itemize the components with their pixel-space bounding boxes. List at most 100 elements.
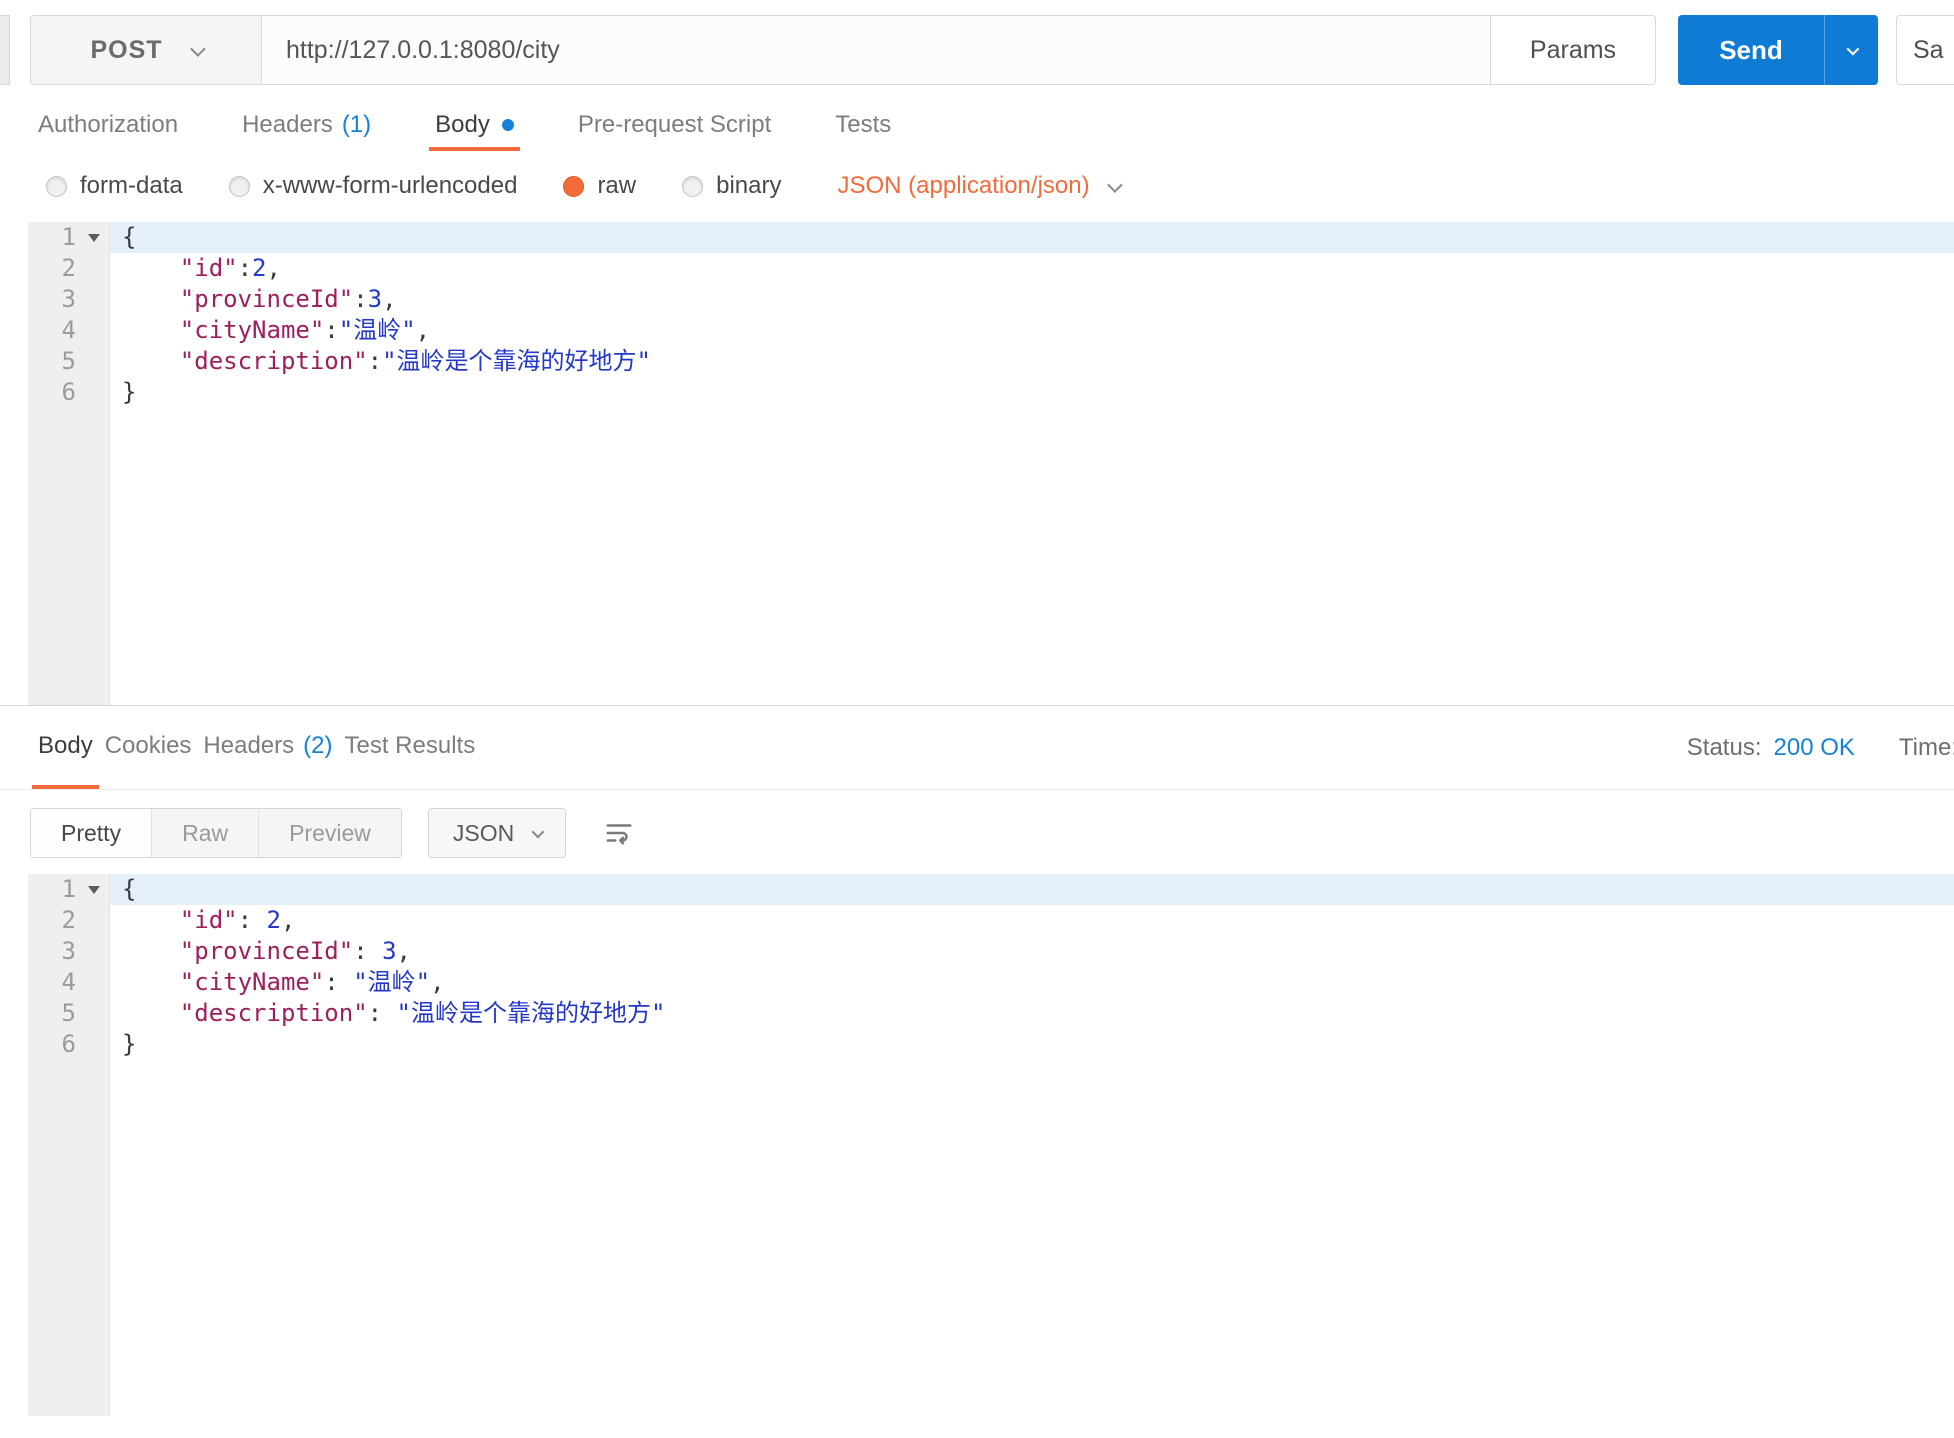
code-token: "id" — [180, 254, 238, 282]
code-line[interactable]: 4 "cityName":"温岭", — [0, 315, 1954, 346]
code-token: "provinceId" — [180, 937, 353, 965]
format-label: JSON — [453, 820, 514, 847]
response-body-editor[interactable]: 1{2 "id": 2,3 "provinceId": 3,4 "cityNam… — [0, 874, 1954, 1438]
body-type-row: form-data x-www-form-urlencoded raw bina… — [46, 164, 1119, 208]
line-number: 2 — [0, 905, 110, 936]
code-line[interactable]: 3 "provinceId":3, — [0, 284, 1954, 315]
code-line[interactable]: 3 "provinceId": 3, — [0, 936, 1954, 967]
line-number: 6 — [0, 1029, 110, 1060]
code-line[interactable]: 2 "id":2, — [0, 253, 1954, 284]
code-token: "温岭" — [339, 316, 416, 344]
send-button[interactable]: Send — [1678, 15, 1824, 85]
request-tabs: Authorization Headers (1) Body Pre-reque… — [32, 103, 1954, 151]
code-line[interactable]: 5 "description": "温岭是个靠海的好地方" — [0, 998, 1954, 1029]
tab-tests[interactable]: Tests — [829, 103, 897, 151]
request-bar: POST Params Send Sa — [30, 15, 1954, 85]
save-button[interactable]: Sa — [1896, 15, 1954, 85]
code-token: "cityName" — [180, 316, 325, 344]
response-code-lines: 1{2 "id": 2,3 "provinceId": 3,4 "cityNam… — [0, 874, 1954, 1060]
send-options-button[interactable] — [1824, 15, 1878, 85]
content-type-label: JSON (application/json) — [837, 172, 1089, 200]
line-number: 4 — [0, 315, 110, 346]
code-text: "id": 2, — [110, 905, 1954, 936]
code-line[interactable]: 6} — [0, 1029, 1954, 1060]
line-number: 2 — [0, 253, 110, 284]
time-label: Time: — [1899, 734, 1954, 762]
method-label: POST — [90, 36, 162, 65]
radio-label: form-data — [80, 172, 183, 200]
response-status-area: Status: 200 OK Time: — [1687, 706, 1954, 789]
tab-cookies[interactable]: Cookies — [99, 706, 198, 789]
code-line[interactable]: 4 "cityName": "温岭", — [0, 967, 1954, 998]
code-text: } — [110, 377, 1954, 408]
tab-authorization[interactable]: Authorization — [32, 103, 184, 151]
url-input[interactable] — [262, 15, 1491, 85]
response-format-select[interactable]: JSON — [428, 808, 566, 858]
code-line[interactable]: 1{ — [0, 222, 1954, 253]
code-text: "description":"温岭是个靠海的好地方" — [110, 346, 1954, 377]
raw-button[interactable]: Raw — [152, 809, 259, 857]
code-token — [122, 285, 180, 313]
tab-response-body[interactable]: Body — [32, 706, 99, 789]
code-token: : — [353, 285, 367, 313]
code-line[interactable]: 6} — [0, 377, 1954, 408]
pretty-button[interactable]: Pretty — [31, 809, 152, 857]
postman-window: POST Params Send Sa Authorization Header… — [0, 0, 1954, 1438]
params-button[interactable]: Params — [1491, 15, 1656, 85]
line-number: 3 — [0, 936, 110, 967]
tab-test-results[interactable]: Test Results — [338, 706, 481, 789]
tab-response-headers[interactable]: Headers (2) — [197, 706, 338, 789]
fold-caret-icon[interactable] — [88, 234, 100, 242]
line-number: 4 — [0, 967, 110, 998]
chevron-down-icon — [1107, 177, 1123, 193]
code-token — [122, 999, 180, 1027]
code-token: 3 — [368, 285, 382, 313]
tab-label: Body — [435, 111, 490, 139]
code-line[interactable]: 1{ — [0, 874, 1954, 905]
code-token: "provinceId" — [180, 285, 353, 313]
code-token: : — [368, 347, 382, 375]
line-number: 1 — [0, 222, 110, 253]
wrap-text-button[interactable] — [592, 808, 646, 858]
line-number: 5 — [0, 998, 110, 1029]
code-text: "id":2, — [110, 253, 1954, 284]
tab-headers[interactable]: Headers (1) — [236, 103, 377, 151]
radio-icon — [682, 176, 703, 197]
method-select[interactable]: POST — [30, 15, 262, 85]
body-content-dot — [502, 119, 514, 131]
body-type-urlencoded[interactable]: x-www-form-urlencoded — [229, 172, 518, 200]
code-token: : — [324, 316, 338, 344]
headers-count: (2) — [303, 732, 332, 760]
code-token: "cityName" — [180, 968, 325, 996]
code-token: 2 — [252, 254, 266, 282]
tab-label: Authorization — [38, 111, 178, 139]
code-line[interactable]: 2 "id": 2, — [0, 905, 1954, 936]
code-token — [122, 316, 180, 344]
response-tabs: Body Cookies Headers (2) Test Results St… — [0, 706, 1954, 790]
body-type-binary[interactable]: binary — [682, 172, 781, 200]
wrap-text-icon — [604, 818, 634, 848]
send-split-button: Send — [1678, 15, 1878, 85]
code-token: : — [324, 968, 353, 996]
fold-caret-icon[interactable] — [88, 886, 100, 894]
content-type-select[interactable]: JSON (application/json) — [837, 172, 1118, 200]
code-token — [122, 968, 180, 996]
tab-label: Test Results — [344, 732, 475, 760]
tab-label: Tests — [835, 111, 891, 139]
status-badge[interactable]: 200 OK — [1774, 734, 1855, 762]
headers-count: (1) — [342, 111, 371, 139]
line-number: 5 — [0, 346, 110, 377]
tab-body[interactable]: Body — [429, 103, 520, 151]
request-body-editor[interactable]: 1{2 "id":2,3 "provinceId":3,4 "cityName"… — [0, 222, 1954, 705]
code-token: "description" — [180, 999, 368, 1027]
view-mode-group: Pretty Raw Preview — [30, 808, 402, 858]
code-line[interactable]: 5 "description":"温岭是个靠海的好地方" — [0, 346, 1954, 377]
body-type-form-data[interactable]: form-data — [46, 172, 183, 200]
code-text: "description": "温岭是个靠海的好地方" — [110, 998, 1954, 1029]
preview-button[interactable]: Preview — [259, 809, 401, 857]
tab-label: Cookies — [105, 732, 192, 760]
tab-pre-request-script[interactable]: Pre-request Script — [572, 103, 777, 151]
code-token: : — [238, 254, 252, 282]
code-token — [122, 937, 180, 965]
body-type-raw[interactable]: raw — [563, 172, 636, 200]
